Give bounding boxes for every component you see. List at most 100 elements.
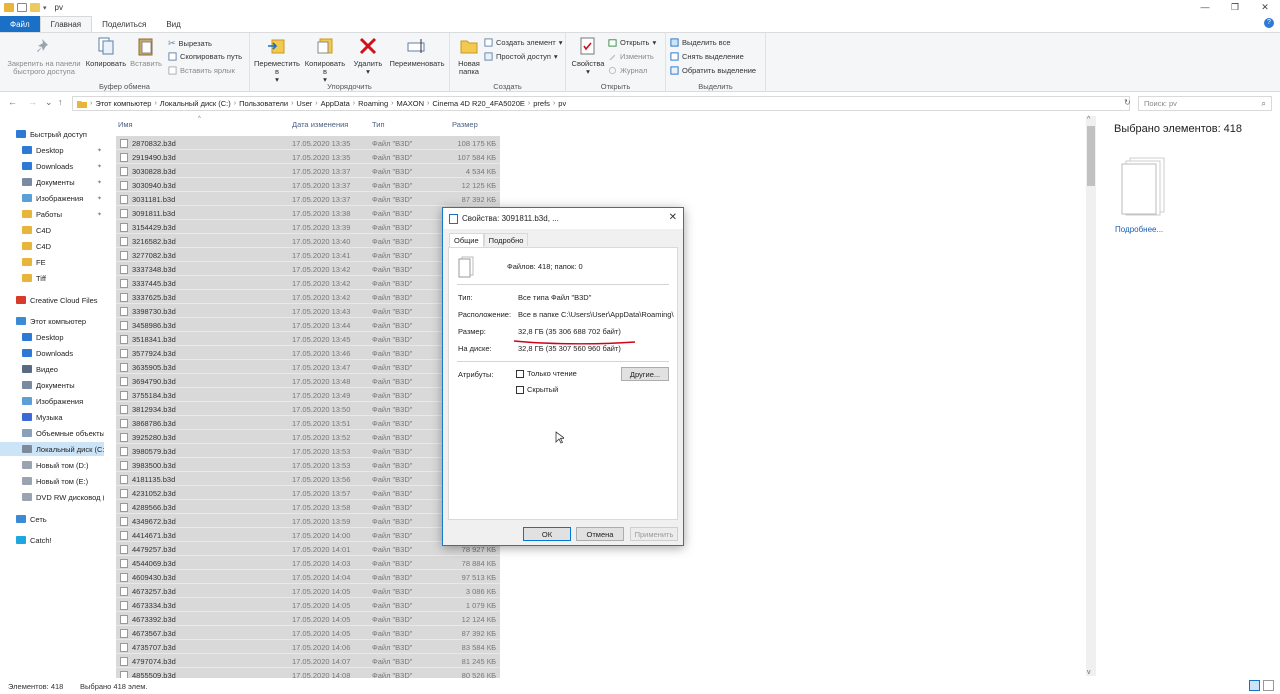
nav-pc-item[interactable]: DVD RW дисковод (F:): [0, 490, 104, 504]
paste-button[interactable]: Вставить: [128, 36, 164, 68]
nav-quick-item[interactable]: FE: [0, 255, 104, 269]
scroll-down-icon[interactable]: v: [1087, 669, 1091, 676]
vertical-scrollbar[interactable]: ^ v: [1086, 116, 1096, 676]
table-row[interactable]: 3030940.b3d 17.05.2020 13:37 Файл "B3D" 12 …: [116, 178, 500, 192]
nav-quick-item[interactable]: Работы ✦: [0, 207, 104, 221]
breadcrumb-item[interactable]: pv: [558, 99, 566, 108]
history-button[interactable]: Журнал: [608, 66, 647, 75]
search-input[interactable]: Поиск: pv ⌕: [1138, 96, 1272, 111]
open-button[interactable]: Открыть ▾: [608, 38, 656, 47]
breadcrumb[interactable]: › Этот компьютер › Локальный диск (C:) › Поль…: [72, 96, 1130, 111]
breadcrumb-item[interactable]: Локальный диск (C:): [160, 99, 231, 108]
invert-selection-button[interactable]: Обратить выделение: [670, 66, 756, 75]
apply-button[interactable]: Применить: [630, 527, 678, 541]
nav-pc-item[interactable]: Музыка: [0, 410, 104, 424]
more-details-link[interactable]: Подробнее...: [1115, 225, 1163, 234]
readonly-checkbox[interactable]: Только чтение: [516, 369, 577, 378]
nav-quick-item[interactable]: Изображения ✦: [0, 191, 104, 205]
edit-button[interactable]: Изменить: [608, 52, 654, 61]
nav-quick-item[interactable]: Tiff: [0, 271, 104, 285]
table-row[interactable]: 2919490.b3d 17.05.2020 13:35 Файл "B3D" 107…: [116, 150, 500, 164]
help-icon[interactable]: ?: [1264, 18, 1274, 28]
breadcrumb-item[interactable]: Этот компьютер: [95, 99, 151, 108]
copy-to-button[interactable]: Копировать в ▾: [302, 36, 348, 84]
nav-catch[interactable]: Catch!: [0, 533, 104, 547]
tab-share[interactable]: Поделиться: [92, 16, 156, 32]
breadcrumb-separator-icon[interactable]: ›: [391, 100, 393, 107]
breadcrumb-item[interactable]: MAXON: [396, 99, 424, 108]
breadcrumb-item[interactable]: Пользователи: [239, 99, 288, 108]
nav-pc-item[interactable]: Локальный диск (C:): [0, 442, 104, 456]
move-to-button[interactable]: Переместить в ▾: [254, 36, 300, 84]
copy-button[interactable]: Копировать: [84, 36, 128, 68]
tab-file[interactable]: Файл: [0, 16, 40, 32]
nav-pc-item[interactable]: Объемные объекты: [0, 426, 104, 440]
column-name[interactable]: Имя: [118, 120, 133, 129]
chevron-down-icon[interactable]: ▾: [43, 4, 47, 12]
breadcrumb-separator-icon[interactable]: ›: [315, 100, 317, 107]
nav-creative-cloud[interactable]: Creative Cloud Files: [0, 293, 104, 307]
cancel-button[interactable]: Отмена: [576, 527, 624, 541]
breadcrumb-item[interactable]: prefs: [533, 99, 550, 108]
table-row[interactable]: 4673257.b3d 17.05.2020 14:05 Файл "B3D" 3 0…: [116, 584, 500, 598]
nav-pc-item[interactable]: Новый том (D:): [0, 458, 104, 472]
properties-icon[interactable]: [17, 3, 27, 12]
breadcrumb-separator-icon[interactable]: ›: [353, 100, 355, 107]
tab-view[interactable]: Вид: [156, 16, 190, 32]
nav-pc-item[interactable]: Downloads: [0, 346, 104, 360]
table-row[interactable]: 4673392.b3d 17.05.2020 14:05 Файл "B3D" 12 …: [116, 612, 500, 626]
table-row[interactable]: 4673567.b3d 17.05.2020 14:05 Файл "B3D" 87 …: [116, 626, 500, 640]
breadcrumb-item[interactable]: Roaming: [358, 99, 388, 108]
nav-pc-item[interactable]: Видео: [0, 362, 104, 376]
table-row[interactable]: 4735707.b3d 17.05.2020 14:06 Файл "B3D" 83 …: [116, 640, 500, 654]
nav-quick-access[interactable]: Быстрый доступ: [0, 127, 104, 141]
maximize-button[interactable]: ❐: [1220, 0, 1250, 14]
table-row[interactable]: 4609430.b3d 17.05.2020 14:04 Файл "B3D" 97 …: [116, 570, 500, 584]
nav-pc-item[interactable]: Новый том (E:): [0, 474, 104, 488]
large-icons-view-icon[interactable]: [1263, 680, 1274, 691]
rename-button[interactable]: Переименовать: [386, 36, 448, 68]
up-button[interactable]: ↑: [58, 97, 63, 107]
breadcrumb-separator-icon[interactable]: ›: [553, 100, 555, 107]
new-item-button[interactable]: Создать элемент ▾: [484, 38, 562, 47]
breadcrumb-separator-icon[interactable]: ›: [427, 100, 429, 107]
nav-quick-item[interactable]: Downloads ✦: [0, 159, 104, 173]
breadcrumb-separator-icon[interactable]: ›: [528, 100, 530, 107]
recent-locations-button[interactable]: ⌄: [45, 97, 53, 108]
nav-quick-item[interactable]: Desktop ✦: [0, 143, 104, 157]
copy-path-button[interactable]: Скопировать путь: [168, 52, 242, 61]
forward-button[interactable]: →: [28, 97, 37, 107]
table-row[interactable]: 3031181.b3d 17.05.2020 13:37 Файл "B3D" 87 …: [116, 192, 500, 206]
nav-this-pc[interactable]: Этот компьютер: [0, 314, 104, 328]
checkbox-box[interactable]: [516, 369, 524, 378]
scroll-thumb[interactable]: [1087, 126, 1095, 186]
breadcrumb-item[interactable]: Cinema 4D R20_4FA5020E: [432, 99, 525, 108]
pin-quick-access-button[interactable]: Закрепить на панели быстрого доступа: [4, 36, 84, 76]
back-button[interactable]: ←: [8, 97, 17, 107]
scroll-up-icon[interactable]: ^: [1087, 116, 1090, 123]
breadcrumb-item[interactable]: User: [296, 99, 312, 108]
minimize-button[interactable]: —: [1190, 0, 1220, 14]
table-row[interactable]: 4797074.b3d 17.05.2020 14:07 Файл "B3D" 81 …: [116, 654, 500, 668]
column-type[interactable]: Тип: [372, 120, 385, 129]
column-size[interactable]: Размер: [452, 120, 478, 129]
nav-pc-item[interactable]: Изображения: [0, 394, 104, 408]
ok-button[interactable]: ОК: [523, 527, 571, 541]
table-row[interactable]: 2870832.b3d 17.05.2020 13:35 Файл "B3D" 108…: [116, 136, 500, 150]
select-none-button[interactable]: Снять выделение: [670, 52, 744, 61]
dialog-close-button[interactable]: ✕: [669, 212, 677, 223]
table-row[interactable]: 4544069.b3d 17.05.2020 14:03 Файл "B3D" 78 …: [116, 556, 500, 570]
breadcrumb-item[interactable]: AppData: [321, 99, 350, 108]
advanced-attributes-button[interactable]: Другие...: [621, 367, 669, 381]
nav-quick-item[interactable]: C4D: [0, 239, 104, 253]
hidden-checkbox[interactable]: Скрытый: [516, 385, 558, 394]
column-date[interactable]: Дата изменения: [292, 120, 348, 129]
close-button[interactable]: ✕: [1250, 0, 1280, 14]
easy-access-button[interactable]: Простой доступ ▾: [484, 52, 558, 61]
table-row[interactable]: 3030828.b3d 17.05.2020 13:37 Файл "B3D" 4 5…: [116, 164, 500, 178]
folder-icon[interactable]: [4, 3, 14, 12]
delete-button[interactable]: Удалить ▾: [350, 36, 386, 76]
nav-pc-item[interactable]: Desktop: [0, 330, 104, 344]
table-row[interactable]: 4673334.b3d 17.05.2020 14:05 Файл "B3D" 1 0…: [116, 598, 500, 612]
paste-shortcut-button[interactable]: Вставить ярлык: [168, 66, 235, 75]
